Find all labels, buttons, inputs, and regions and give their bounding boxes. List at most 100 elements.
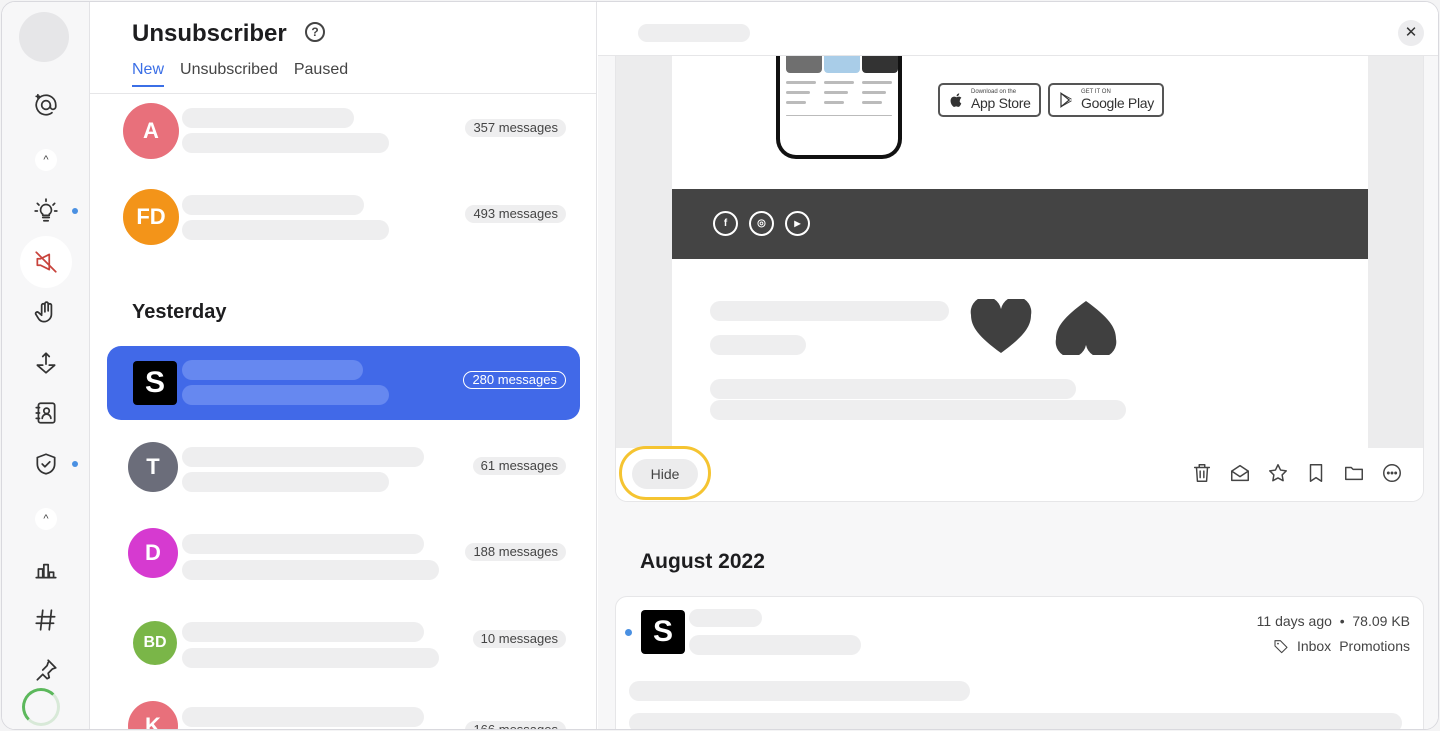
email-detail-panel: ✕ Download on the App Store GET IT ON Go… — [598, 2, 1438, 729]
notification-dot — [72, 208, 78, 214]
bookmark-icon[interactable] — [1305, 462, 1329, 486]
tab-bar: New Unsubscribed Paused — [132, 61, 348, 87]
heart-icon — [1055, 301, 1117, 355]
sender-avatar: A — [123, 103, 179, 159]
sender-email-placeholder — [182, 648, 439, 668]
contacts-icon[interactable] — [20, 392, 72, 434]
tab-unsubscribed[interactable]: Unsubscribed — [180, 61, 278, 87]
message-meta: 11 days ago • 78.09 KB Inbox Promotions — [1257, 613, 1410, 654]
more-icon[interactable] — [1381, 462, 1405, 486]
subject-placeholder — [689, 635, 861, 655]
message-list-item[interactable]: S 11 days ago • 78.09 KB Inbox Promotion… — [615, 596, 1424, 729]
store-name: App Store — [971, 95, 1031, 111]
instagram-icon[interactable]: ◎ — [749, 211, 774, 236]
sender-email-placeholder — [182, 560, 439, 580]
sender-email-placeholder — [182, 133, 389, 153]
subject-placeholder — [638, 24, 750, 42]
facebook-icon[interactable]: f — [713, 211, 738, 236]
sender-name-placeholder — [182, 447, 424, 467]
question-circle-icon[interactable]: ? — [305, 22, 325, 42]
sender-avatar: S — [133, 361, 177, 405]
label-promotions[interactable]: Promotions — [1339, 638, 1410, 654]
message-size: 78.09 KB — [1352, 613, 1410, 629]
sender-name-placeholder — [182, 195, 364, 215]
message-count-badge: 166 messages — [465, 721, 566, 729]
social-bar: f ◎ ▶ — [672, 189, 1368, 259]
text-placeholder — [710, 301, 949, 321]
pin-icon[interactable] — [20, 649, 72, 691]
sender-name-placeholder — [182, 360, 363, 380]
email-actions-bar: Hide — [616, 446, 1423, 501]
close-button[interactable]: ✕ — [1398, 20, 1424, 46]
sender-name-placeholder — [182, 622, 424, 642]
close-icon: ✕ — [1404, 24, 1418, 41]
message-count-badge: 188 messages — [465, 543, 566, 561]
hand-icon[interactable] — [20, 292, 72, 334]
text-placeholder — [710, 335, 806, 355]
lightbulb-icon[interactable] — [20, 190, 72, 232]
collapse-bottom-button[interactable]: ^ — [35, 508, 57, 530]
message-count-badge: 493 messages — [465, 205, 566, 223]
label-inbox[interactable]: Inbox — [1297, 638, 1331, 654]
account-avatar[interactable] — [19, 12, 69, 62]
youtube-icon[interactable]: ▶ — [785, 211, 810, 236]
sender-name-placeholder — [182, 707, 424, 727]
section-heading-yesterday: Yesterday — [132, 301, 227, 323]
sender-row[interactable]: K 166 messages — [107, 691, 580, 729]
sender-avatar: K — [128, 701, 178, 729]
sender-avatar: BD — [133, 621, 177, 665]
sender-email-placeholder — [182, 385, 389, 405]
sender-row[interactable]: A 357 messages — [107, 94, 580, 168]
tab-new[interactable]: New — [132, 61, 165, 87]
sender-email-placeholder — [182, 472, 389, 492]
sender-name-placeholder — [182, 534, 424, 554]
email-body: Download on the App Store GET IT ON Goog… — [616, 33, 1423, 448]
text-placeholder — [710, 379, 1076, 399]
message-count-badge: 280 messages — [463, 371, 566, 389]
message-count-badge: 61 messages — [472, 457, 566, 475]
sender-row-selected[interactable]: S 280 messages — [107, 346, 580, 420]
sender-row[interactable]: D 188 messages — [107, 518, 580, 592]
preview-placeholder — [629, 681, 970, 701]
unread-dot — [625, 629, 632, 636]
message-time: 11 days ago — [1256, 613, 1332, 629]
at-sign-icon[interactable] — [20, 84, 72, 126]
star-icon[interactable] — [1267, 462, 1291, 486]
sender-name-placeholder — [182, 108, 354, 128]
trash-icon[interactable] — [1191, 462, 1215, 486]
preview-placeholder — [629, 713, 1402, 729]
notification-dot — [72, 461, 78, 467]
detail-header: ✕ — [598, 2, 1438, 56]
collapse-top-button[interactable]: ^ — [35, 149, 57, 171]
folder-icon[interactable] — [1343, 462, 1367, 486]
app-store-button[interactable]: Download on the App Store — [938, 83, 1041, 117]
sync-progress-spinner — [22, 688, 60, 726]
apple-icon — [950, 93, 962, 107]
chart-bars-icon[interactable] — [20, 548, 72, 590]
icon-rail: ^ ^ — [2, 2, 90, 729]
play-store-icon — [1060, 91, 1072, 109]
section-heading-month: August 2022 — [640, 550, 765, 573]
email-content: Download on the App Store GET IT ON Goog… — [672, 33, 1368, 448]
email-preview-card: Download on the App Store GET IT ON Goog… — [615, 32, 1424, 502]
sender-avatar: T — [128, 442, 178, 492]
sender-list-panel: Unsubscriber ? New Unsubscribed Paused A… — [90, 2, 597, 729]
tab-paused[interactable]: Paused — [294, 61, 348, 87]
sender-row[interactable]: BD 10 messages — [107, 605, 580, 679]
message-count-badge: 357 messages — [465, 119, 566, 137]
hide-button[interactable]: Hide — [632, 459, 698, 489]
inbox-arrows-icon[interactable] — [20, 342, 72, 384]
google-play-button[interactable]: GET IT ON Google Play — [1048, 83, 1164, 117]
sender-row[interactable]: T 61 messages — [107, 432, 580, 506]
app-window: ^ ^ Unsubscriber ? New Unsubscribed Paus… — [1, 1, 1439, 730]
chevron-up-icon: ^ — [43, 154, 49, 166]
meta-separator: • — [1339, 613, 1345, 629]
mark-read-icon[interactable] — [1229, 462, 1253, 486]
hashtag-icon[interactable] — [20, 599, 72, 641]
message-count-badge: 10 messages — [472, 630, 566, 648]
muted-megaphone-icon[interactable] — [20, 236, 72, 288]
shield-check-icon[interactable] — [20, 443, 72, 485]
sender-email-placeholder — [182, 220, 389, 240]
page-title: Unsubscriber — [132, 20, 287, 47]
sender-row[interactable]: FD 493 messages — [107, 180, 580, 254]
